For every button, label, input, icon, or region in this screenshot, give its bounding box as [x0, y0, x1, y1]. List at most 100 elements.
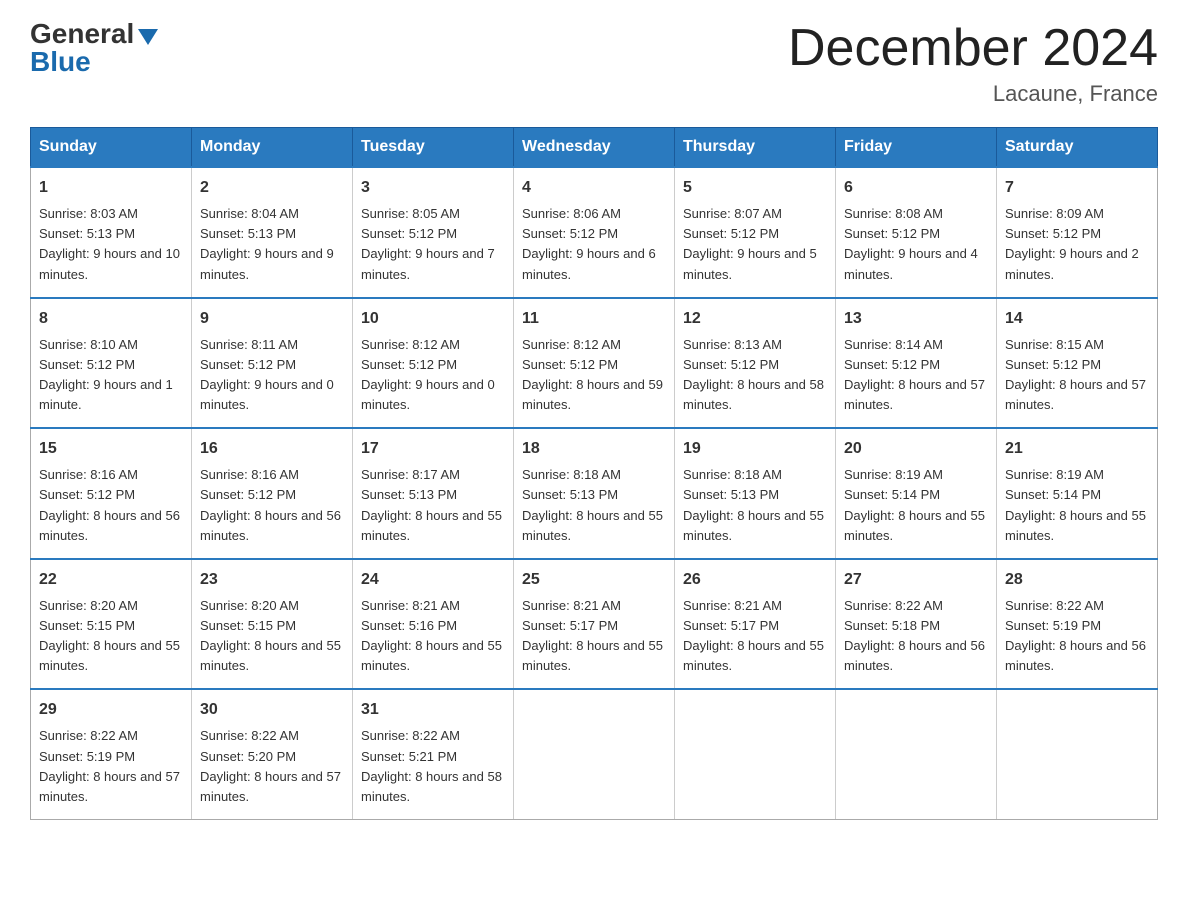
- day-info: Sunrise: 8:17 AMSunset: 5:13 PMDaylight:…: [361, 465, 505, 546]
- day-number: 7: [1005, 176, 1149, 200]
- day-number: 18: [522, 437, 666, 461]
- day-info: Sunrise: 8:20 AMSunset: 5:15 PMDaylight:…: [200, 596, 344, 677]
- calendar-cell: 13Sunrise: 8:14 AMSunset: 5:12 PMDayligh…: [836, 298, 997, 429]
- day-number: 31: [361, 698, 505, 722]
- day-info: Sunrise: 8:22 AMSunset: 5:20 PMDaylight:…: [200, 726, 344, 807]
- day-number: 3: [361, 176, 505, 200]
- day-number: 9: [200, 307, 344, 331]
- location-subtitle: Lacaune, France: [788, 81, 1158, 107]
- day-info: Sunrise: 8:21 AMSunset: 5:16 PMDaylight:…: [361, 596, 505, 677]
- day-info: Sunrise: 8:04 AMSunset: 5:13 PMDaylight:…: [200, 204, 344, 285]
- calendar-cell: 8Sunrise: 8:10 AMSunset: 5:12 PMDaylight…: [31, 298, 192, 429]
- day-number: 17: [361, 437, 505, 461]
- day-number: 30: [200, 698, 344, 722]
- day-info: Sunrise: 8:22 AMSunset: 5:18 PMDaylight:…: [844, 596, 988, 677]
- logo-blue-text: Blue: [30, 46, 91, 77]
- day-number: 20: [844, 437, 988, 461]
- calendar-cell: 18Sunrise: 8:18 AMSunset: 5:13 PMDayligh…: [514, 428, 675, 559]
- day-header-row: Sunday Monday Tuesday Wednesday Thursday…: [31, 128, 1158, 168]
- day-info: Sunrise: 8:16 AMSunset: 5:12 PMDaylight:…: [39, 465, 183, 546]
- calendar-cell: 15 Sunrise: 8:16 AMSunset: 5:12 PMDayligh…: [31, 428, 192, 559]
- calendar-cell: 27 Sunrise: 8:22 AMSunset: 5:18 PMDayligh…: [836, 559, 997, 690]
- day-info: Sunrise: 8:18 AMSunset: 5:13 PMDaylight:…: [683, 465, 827, 546]
- day-info: Sunrise: 8:22 AMSunset: 5:19 PMDaylight:…: [39, 726, 183, 807]
- day-info: Sunrise: 8:05 AMSunset: 5:12 PMDaylight:…: [361, 204, 505, 285]
- day-number: 15: [39, 437, 183, 461]
- day-info: Sunrise: 8:20 AMSunset: 5:15 PMDaylight:…: [39, 596, 183, 677]
- calendar-cell: 4 Sunrise: 8:06 AMSunset: 5:12 PMDaylight…: [514, 167, 675, 298]
- day-number: 19: [683, 437, 827, 461]
- calendar-cell: 9 Sunrise: 8:11 AMSunset: 5:12 PMDaylight…: [192, 298, 353, 429]
- calendar-cell: 20 Sunrise: 8:19 AMSunset: 5:14 PMDayligh…: [836, 428, 997, 559]
- logo-triangle-icon: [138, 29, 158, 45]
- day-info: Sunrise: 8:12 AMSunset: 5:12 PMDaylight:…: [361, 335, 505, 416]
- calendar-cell: 31 Sunrise: 8:22 AMSunset: 5:21 PMDayligh…: [353, 689, 514, 819]
- day-number: 14: [1005, 307, 1149, 331]
- month-title: December 2024: [788, 20, 1158, 77]
- day-number: 1: [39, 176, 183, 200]
- day-number: 28: [1005, 568, 1149, 592]
- header-sunday: Sunday: [31, 128, 192, 168]
- calendar-cell: 16Sunrise: 8:16 AMSunset: 5:12 PMDayligh…: [192, 428, 353, 559]
- day-number: 27: [844, 568, 988, 592]
- day-info: Sunrise: 8:16 AMSunset: 5:12 PMDaylight:…: [200, 465, 344, 546]
- calendar-week-row: 8Sunrise: 8:10 AMSunset: 5:12 PMDaylight…: [31, 298, 1158, 429]
- calendar-cell: 29 Sunrise: 8:22 AMSunset: 5:19 PMDayligh…: [31, 689, 192, 819]
- header-thursday: Thursday: [675, 128, 836, 168]
- calendar-cell: 24 Sunrise: 8:21 AMSunset: 5:16 PMDayligh…: [353, 559, 514, 690]
- day-number: 22: [39, 568, 183, 592]
- calendar-cell: 30 Sunrise: 8:22 AMSunset: 5:20 PMDayligh…: [192, 689, 353, 819]
- day-info: Sunrise: 8:14 AMSunset: 5:12 PMDaylight:…: [844, 335, 988, 416]
- day-info: Sunrise: 8:09 AMSunset: 5:12 PMDaylight:…: [1005, 204, 1149, 285]
- calendar-cell: 12Sunrise: 8:13 AMSunset: 5:12 PMDayligh…: [675, 298, 836, 429]
- day-number: 10: [361, 307, 505, 331]
- day-number: 21: [1005, 437, 1149, 461]
- calendar-cell: [675, 689, 836, 819]
- calendar-cell: 3 Sunrise: 8:05 AMSunset: 5:12 PMDaylight…: [353, 167, 514, 298]
- calendar-cell: 21Sunrise: 8:19 AMSunset: 5:14 PMDayligh…: [997, 428, 1158, 559]
- logo-general-text: General: [30, 18, 134, 49]
- calendar-body: 1 Sunrise: 8:03 AMSunset: 5:13 PMDaylight…: [31, 167, 1158, 819]
- calendar-week-row: 1 Sunrise: 8:03 AMSunset: 5:13 PMDaylight…: [31, 167, 1158, 298]
- calendar-cell: [997, 689, 1158, 819]
- calendar-cell: [514, 689, 675, 819]
- day-info: Sunrise: 8:08 AMSunset: 5:12 PMDaylight:…: [844, 204, 988, 285]
- day-info: Sunrise: 8:03 AMSunset: 5:13 PMDaylight:…: [39, 204, 183, 285]
- calendar-cell: 1 Sunrise: 8:03 AMSunset: 5:13 PMDaylight…: [31, 167, 192, 298]
- day-number: 4: [522, 176, 666, 200]
- page-header: General Blue December 2024 Lacaune, Fran…: [30, 20, 1158, 107]
- day-number: 23: [200, 568, 344, 592]
- calendar-cell: 11Sunrise: 8:12 AMSunset: 5:12 PMDayligh…: [514, 298, 675, 429]
- calendar-cell: 19 Sunrise: 8:18 AMSunset: 5:13 PMDayligh…: [675, 428, 836, 559]
- day-number: 6: [844, 176, 988, 200]
- day-info: Sunrise: 8:22 AMSunset: 5:21 PMDaylight:…: [361, 726, 505, 807]
- header-friday: Friday: [836, 128, 997, 168]
- calendar-cell: 7 Sunrise: 8:09 AMSunset: 5:12 PMDaylight…: [997, 167, 1158, 298]
- day-info: Sunrise: 8:19 AMSunset: 5:14 PMDaylight:…: [844, 465, 988, 546]
- calendar-table: Sunday Monday Tuesday Wednesday Thursday…: [30, 127, 1158, 820]
- calendar-cell: 10 Sunrise: 8:12 AMSunset: 5:12 PMDayligh…: [353, 298, 514, 429]
- calendar-cell: 14Sunrise: 8:15 AMSunset: 5:12 PMDayligh…: [997, 298, 1158, 429]
- title-area: December 2024 Lacaune, France: [788, 20, 1158, 107]
- day-info: Sunrise: 8:07 AMSunset: 5:12 PMDaylight:…: [683, 204, 827, 285]
- day-number: 11: [522, 307, 666, 331]
- day-info: Sunrise: 8:13 AMSunset: 5:12 PMDaylight:…: [683, 335, 827, 416]
- day-info: Sunrise: 8:22 AMSunset: 5:19 PMDaylight:…: [1005, 596, 1149, 677]
- calendar-cell: 2Sunrise: 8:04 AMSunset: 5:13 PMDaylight…: [192, 167, 353, 298]
- day-info: Sunrise: 8:06 AMSunset: 5:12 PMDaylight:…: [522, 204, 666, 285]
- day-info: Sunrise: 8:21 AMSunset: 5:17 PMDaylight:…: [683, 596, 827, 677]
- calendar-cell: 22 Sunrise: 8:20 AMSunset: 5:15 PMDayligh…: [31, 559, 192, 690]
- calendar-week-row: 15 Sunrise: 8:16 AMSunset: 5:12 PMDayligh…: [31, 428, 1158, 559]
- calendar-cell: 5Sunrise: 8:07 AMSunset: 5:12 PMDaylight…: [675, 167, 836, 298]
- day-info: Sunrise: 8:21 AMSunset: 5:17 PMDaylight:…: [522, 596, 666, 677]
- logo: General Blue: [30, 20, 158, 76]
- day-info: Sunrise: 8:11 AMSunset: 5:12 PMDaylight:…: [200, 335, 344, 416]
- calendar-header: Sunday Monday Tuesday Wednesday Thursday…: [31, 128, 1158, 168]
- calendar-week-row: 29 Sunrise: 8:22 AMSunset: 5:19 PMDayligh…: [31, 689, 1158, 819]
- header-tuesday: Tuesday: [353, 128, 514, 168]
- day-number: 24: [361, 568, 505, 592]
- day-info: Sunrise: 8:10 AMSunset: 5:12 PMDaylight:…: [39, 335, 183, 416]
- header-monday: Monday: [192, 128, 353, 168]
- header-saturday: Saturday: [997, 128, 1158, 168]
- day-number: 29: [39, 698, 183, 722]
